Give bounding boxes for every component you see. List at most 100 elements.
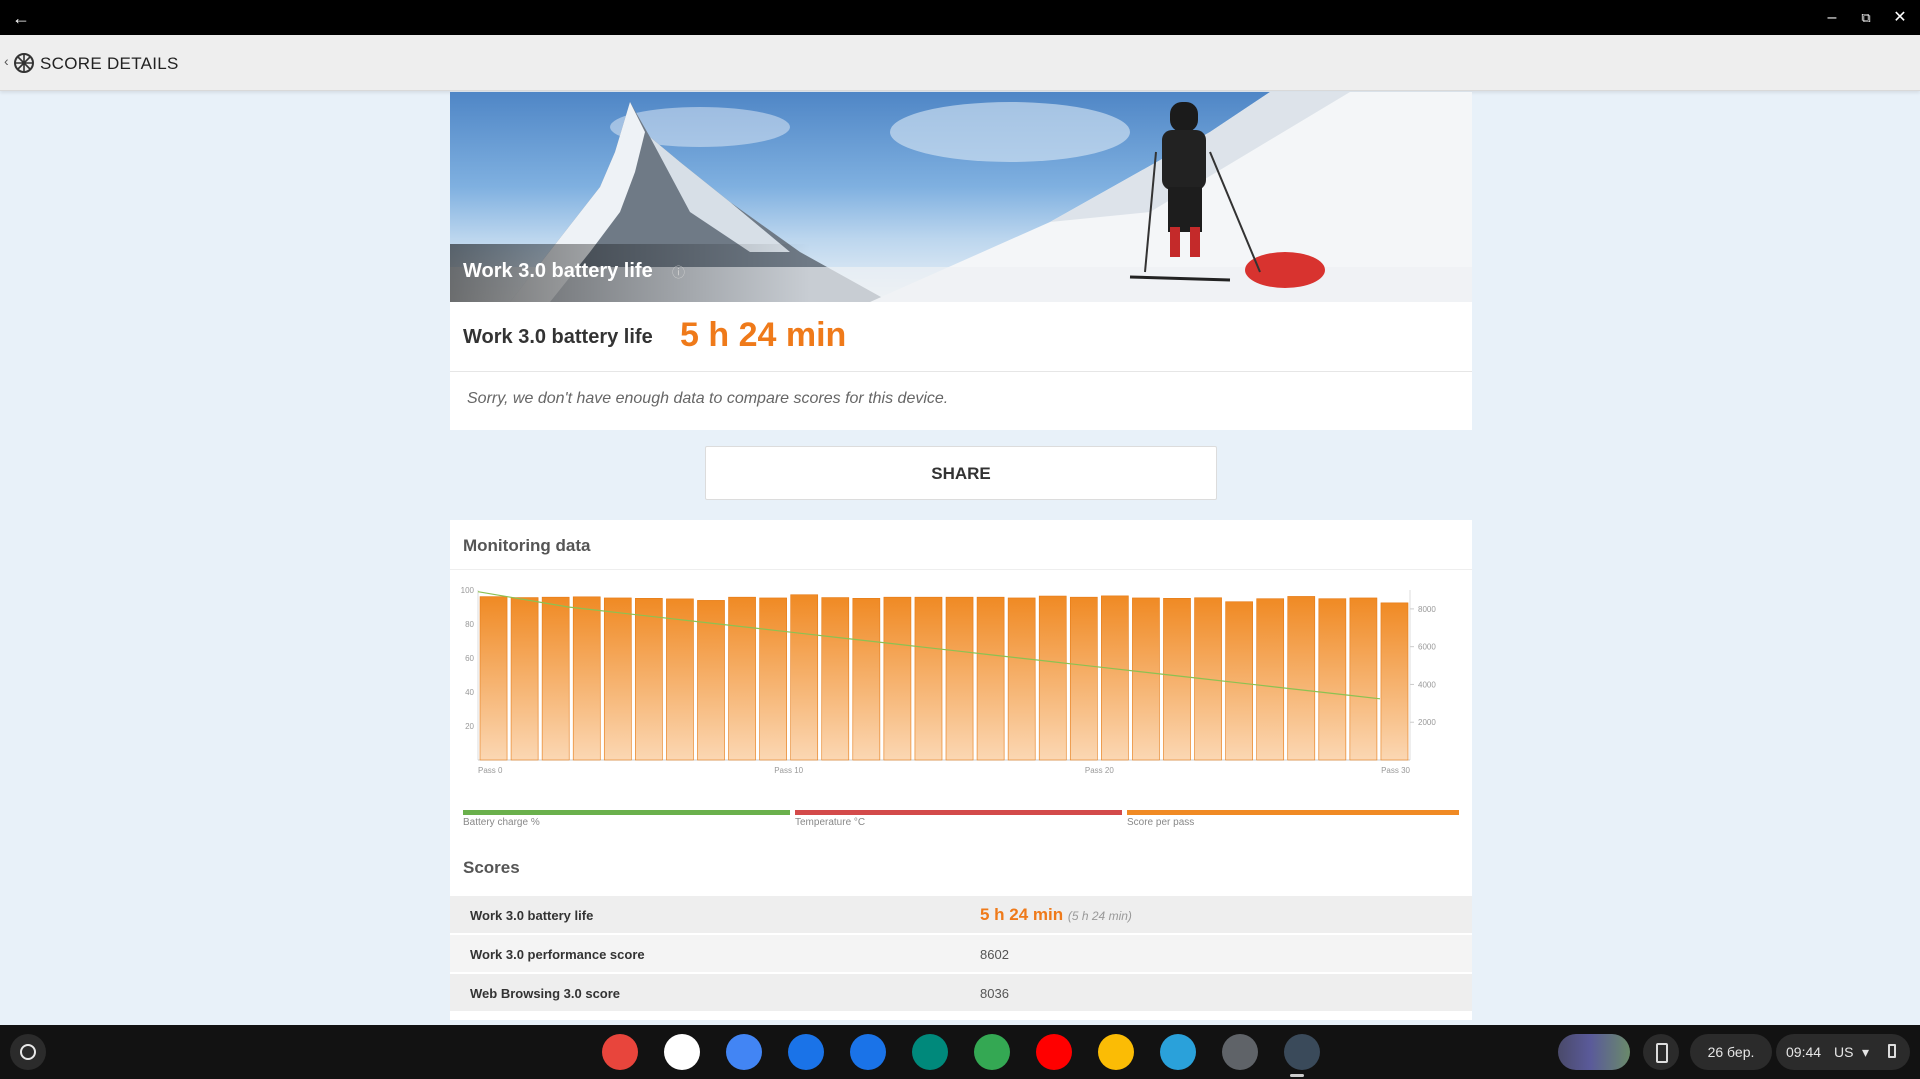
score-row-label: Work 3.0 battery life	[470, 908, 594, 923]
chart-right-tick-label: 8000	[1418, 605, 1436, 614]
chart-bar	[1380, 602, 1409, 761]
monitoring-header: Monitoring data	[450, 520, 1472, 570]
chart-bar	[1069, 596, 1098, 761]
chart-bar	[1225, 601, 1253, 761]
calendar-icon[interactable]	[726, 1034, 762, 1070]
info-icon[interactable]: ⓘ	[672, 262, 685, 281]
files-icon[interactable]	[788, 1034, 824, 1070]
chart-bar	[1101, 595, 1129, 761]
photos-icon[interactable]	[1098, 1034, 1134, 1070]
chart-bar	[945, 596, 974, 761]
taskbar-shelf: 26 бер. 09:44 US ▾	[0, 1025, 1920, 1079]
date-tray[interactable]: 26 бер.	[1690, 1034, 1772, 1070]
legend-temperature-label: Temperature °C	[795, 817, 866, 828]
youtube-icon[interactable]	[1036, 1034, 1072, 1070]
chart-x-tick-label: Pass 0	[478, 766, 503, 775]
settings-icon[interactable]	[1222, 1034, 1258, 1070]
chart-bar	[1318, 598, 1347, 761]
chart-bar	[541, 596, 570, 761]
legend-temperature-swatch	[795, 810, 1122, 815]
chart-bar	[1038, 595, 1067, 761]
chart-bar	[1132, 597, 1160, 761]
table-row: Web Browsing 3.0 score 8036	[450, 974, 1472, 1013]
chart-bar	[914, 596, 943, 761]
score-row-value: 8036	[980, 986, 1009, 1001]
main-content: Work 3.0 battery life ⓘ Work 3.0 battery…	[450, 92, 1472, 1020]
battery-icon	[1888, 1044, 1896, 1058]
gmail-icon[interactable]	[664, 1034, 700, 1070]
chart-bar	[635, 598, 663, 761]
wifi-icon: ▾	[1862, 1044, 1870, 1060]
chart-bar	[1007, 597, 1036, 761]
chart-left-tick-label: 20	[465, 722, 474, 731]
close-icon[interactable]: ✕	[1888, 6, 1912, 30]
active-app-indicator	[1290, 1074, 1304, 1077]
status-tray[interactable]: 09:44 US ▾	[1776, 1034, 1910, 1070]
meet-icon[interactable]	[912, 1034, 948, 1070]
share-button[interactable]: SHARE	[705, 446, 1217, 500]
chart-bar	[1256, 598, 1285, 761]
launcher-icon[interactable]	[10, 1034, 46, 1070]
chart-bar	[759, 597, 787, 761]
monitoring-card: Monitoring data 20 40 60 80 100 2000 4000 6000 8…	[450, 520, 1472, 1020]
minimize-icon[interactable]: –	[1820, 6, 1844, 30]
score-row-label: Web Browsing 3.0 score	[470, 986, 621, 1001]
score-row-label: Work 3.0 performance score	[470, 947, 645, 962]
chart-right-tick-label: 6000	[1418, 643, 1436, 652]
table-row: Work 3.0 performance score 8602	[450, 935, 1472, 974]
legend-score-swatch	[1127, 810, 1459, 815]
score-summary-row: Work 3.0 battery life 5 h 24 min	[450, 302, 1472, 372]
chart-left-tick-label: 100	[461, 586, 475, 595]
chart-bar	[1163, 598, 1191, 761]
score-label: Work 3.0 battery life	[463, 326, 653, 348]
hero-banner: Work 3.0 battery life ⓘ	[450, 92, 1472, 302]
legend-battery: Battery charge %	[463, 810, 790, 830]
scores-table: Work 3.0 battery life 5 h 24 min (5 h 24…	[450, 896, 1472, 1013]
messages-icon[interactable]	[850, 1034, 886, 1070]
input-language: US	[1834, 1044, 1854, 1060]
telegram-icon[interactable]	[1160, 1034, 1196, 1070]
restore-icon[interactable]: ⧉	[1854, 6, 1878, 30]
chart-x-tick-label: Pass 30	[1381, 766, 1410, 775]
chart-bar	[883, 596, 912, 761]
score-row-main-value: 5 h 24 min	[980, 905, 1064, 924]
page-title: SCORE DETAILS	[40, 54, 179, 73]
pcmark-icon[interactable]	[1284, 1034, 1320, 1070]
chart-bar	[852, 598, 881, 761]
chart-bar	[1287, 596, 1316, 761]
chart-bar	[1349, 597, 1378, 761]
score-row-sub-value: (5 h 24 min)	[1067, 909, 1132, 923]
chart-left-tick-label: 40	[465, 688, 474, 697]
play-store-icon[interactable]	[974, 1034, 1010, 1070]
legend-battery-swatch	[463, 810, 790, 815]
tray-app-avatars[interactable]	[1558, 1034, 1630, 1070]
app-header: ‹ SCORE DETAILS	[0, 35, 1920, 91]
comparison-note-text: Sorry, we don't have enough data to comp…	[467, 390, 949, 407]
score-value: 5 h 24 min	[680, 316, 847, 354]
chart-x-tick-label: Pass 10	[774, 766, 803, 775]
chart-left-tick-label: 60	[465, 654, 474, 663]
monitoring-title: Monitoring data	[463, 536, 591, 555]
score-row-value: 5 h 24 min (5 h 24 min)	[980, 905, 1132, 925]
chart-bar	[976, 596, 1005, 761]
chart-right-tick-label: 4000	[1418, 680, 1436, 689]
legend-score-label: Score per pass	[1127, 817, 1195, 828]
clock-time: 09:44	[1786, 1044, 1822, 1060]
phone-hub-icon[interactable]	[1643, 1034, 1679, 1070]
comparison-note: Sorry, we don't have enough data to comp…	[450, 372, 1472, 430]
chart-bar	[821, 597, 850, 761]
score-card: Work 3.0 battery life 5 h 24 min Sorry, …	[450, 302, 1472, 430]
chart-x-tick-label: Pass 20	[1085, 766, 1114, 775]
pcmark-logo-icon	[14, 53, 34, 73]
chart-bar	[728, 596, 756, 761]
legend-temperature: Temperature °C	[795, 810, 1122, 830]
chrome-icon[interactable]	[602, 1034, 638, 1070]
chart-bar	[790, 594, 819, 761]
chart-left-tick-label: 80	[465, 620, 474, 629]
hero-title: Work 3.0 battery life	[463, 260, 653, 282]
monitoring-chart: 20 40 60 80 100 2000 4000 6000 8000 Pass 0 Pass 10…	[461, 586, 1437, 775]
legend-battery-label: Battery charge %	[463, 817, 540, 828]
chart-bar	[510, 597, 539, 761]
back-chevron-icon[interactable]: ‹	[4, 53, 9, 69]
arrow-left-icon[interactable]: ←	[10, 7, 32, 29]
